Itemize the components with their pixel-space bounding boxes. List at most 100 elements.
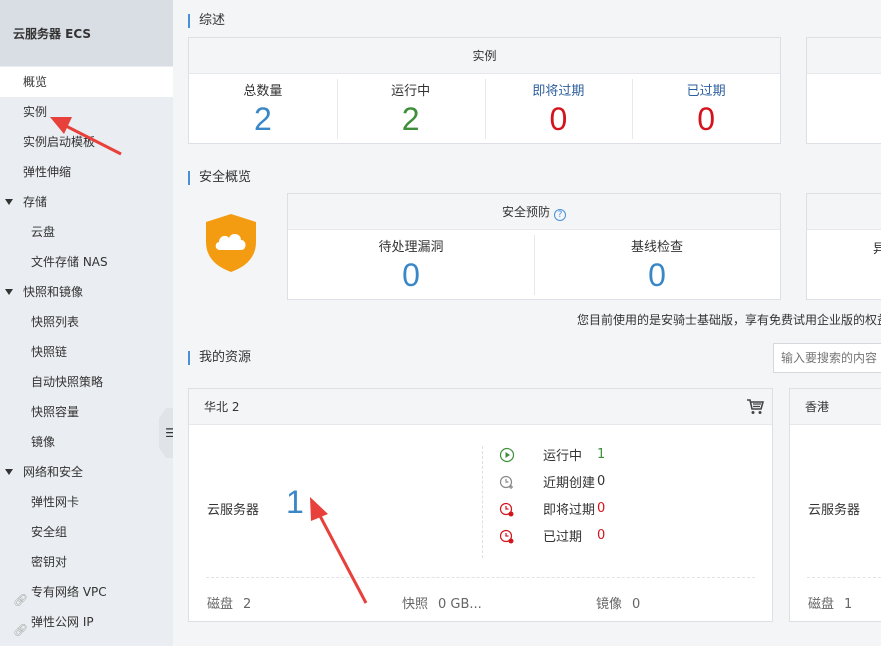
footer-value: 1 [844,597,853,612]
sidebar-title: 云服务器 ECS [0,0,173,66]
status-value: 1 [597,447,606,462]
sidebar-menu: 概览 实例 实例启动模板 弹性伸缩 存储 云盘 文件存储 NAS 快照和镜像 快… [0,66,173,637]
footer-label: 磁盘 [207,597,234,612]
sidebar-item-label: 自动快照策略 [31,375,104,389]
sidebar-item-snapshot-list[interactable]: 快照列表 [0,307,173,337]
status-recently-created[interactable]: 近期创建 0 [499,468,605,495]
sidebar-item-nas[interactable]: 文件存储 NAS [0,247,173,277]
sidebar-item-label: 弹性伸缩 [23,165,72,179]
sidebar: 云服务器 ECS 概览 实例 实例启动模板 弹性伸缩 存储 云盘 文件存储 NA… [0,0,173,646]
caret-down-icon [5,199,13,205]
link-icon: 🔗︎ [13,623,29,637]
stat-label: 运行中 [391,84,431,99]
clock-expired-icon [499,529,514,543]
stat-value[interactable]: 0 [288,257,534,293]
status-running[interactable]: 运行中 1 [499,441,605,468]
stat-running[interactable]: 运行中 2 [336,74,485,144]
security-side-panel-partial: 异 [806,193,881,300]
footer-label: 快照 [402,597,429,612]
help-icon[interactable]: ? [554,209,566,221]
footer-disks[interactable]: 磁盘 2 [207,593,251,612]
stat-value[interactable]: 2 [337,101,485,137]
stat-value[interactable]: 0 [534,257,780,293]
sidebar-group-label: 网络和安全 [23,465,84,479]
sidebar-item-snapshot-capacity[interactable]: 快照容量 [0,397,173,427]
status-list: 运行中 1 近期创建 0 即将过期 0 已过期 0 [499,441,605,549]
stat-label[interactable]: 即将过期 [485,80,633,99]
sidebar-item-label: 弹性公网 IP [31,615,94,629]
sidebar-group-network-security[interactable]: 网络和安全 [0,457,173,487]
sidebar-item-vpc[interactable]: 🔗︎ 专有网络 VPC [0,577,173,607]
footer-images[interactable]: 镜像 0 [596,593,640,612]
divider [807,577,881,578]
stat-baseline-check[interactable]: 基线检查 0 [534,230,780,300]
status-expired[interactable]: 已过期 0 [499,522,605,549]
stat-expiring[interactable]: 即将过期 0 [484,74,633,144]
cart-icon[interactable] [746,399,764,415]
sidebar-item-auto-scaling[interactable]: 弹性伸缩 [0,157,173,187]
sidebar-item-security-groups[interactable]: 安全组 [0,517,173,547]
region-name: 香港 [805,400,830,414]
security-note: 您目前使用的是安骑士基础版，享有免费试用企业版的权益 [577,313,881,327]
stat-expired[interactable]: 已过期 0 [632,74,780,144]
sidebar-item-label: 文件存储 NAS [31,255,108,269]
security-panel-header: 安全预防? [288,194,780,230]
stat-label: 待处理漏洞 [378,240,444,255]
sidebar-item-auto-snapshot-policy[interactable]: 自动快照策略 [0,367,173,397]
sidebar-item-eni[interactable]: 弹性网卡 [0,487,173,517]
security-side-label: 异 [873,242,881,257]
stat-pending-vulns[interactable]: 待处理漏洞 0 [288,230,534,300]
status-expiring[interactable]: 即将过期 0 [499,495,605,522]
ecs-count[interactable]: 1 [286,484,304,521]
sidebar-item-label: 密钥对 [31,555,68,569]
footer-disks[interactable]: 磁盘 1 [808,593,852,612]
status-value: 0 [597,474,606,489]
stat-value[interactable]: 2 [189,101,337,137]
stat-value[interactable]: 0 [485,101,633,137]
region-card-hongkong[interactable]: 香港 云服务器 磁盘 1 [789,388,881,622]
footer-snapshots[interactable]: 快照 0 GB... [402,593,482,612]
sidebar-group-storage[interactable]: 存储 [0,187,173,217]
sidebar-item-label: 快照容量 [31,405,80,419]
sidebar-item-label: 弹性网卡 [31,495,80,509]
sidebar-item-label: 云盘 [31,225,56,239]
stat-total[interactable]: 总数量 2 [189,74,337,144]
sidebar-group-label: 快照和镜像 [23,285,84,299]
region-card-huabei2[interactable]: 华北 2 云服务器 1 运行中 1 近期创建 0 即将过期 0 已过期 0 磁盘… [188,388,773,622]
status-label: 即将过期 [543,503,596,518]
region-card-header: 香港 [790,389,881,425]
section-title-overview: 综述 [188,14,225,28]
main-content: 综述 实例 总数量 2 运行中 2 即将过期 0 已过期 0 安全概览 安全预防… [173,0,881,646]
sidebar-item-disks[interactable]: 云盘 [0,217,173,247]
sidebar-item-eip[interactable]: 🔗︎ 弹性公网 IP [0,607,173,637]
sidebar-item-key-pairs[interactable]: 密钥对 [0,547,173,577]
status-label: 运行中 [543,449,583,464]
sidebar-item-label: 快照列表 [31,315,80,329]
section-title-security: 安全概览 [188,171,251,185]
sidebar-item-label: 概览 [23,75,48,89]
status-value: 0 [597,501,606,516]
sidebar-item-overview[interactable]: 概览 [0,67,173,97]
sidebar-group-snapshots-images[interactable]: 快照和镜像 [0,277,173,307]
footer-value: 2 [243,597,252,612]
security-panel-title: 安全预防 [501,205,550,219]
sidebar-item-label: 镜像 [31,435,56,449]
sidebar-item-snapshot-chain[interactable]: 快照链 [0,337,173,367]
side-panel-header [807,38,881,74]
instances-panel-header: 实例 [189,38,780,74]
sidebar-item-label: 专有网络 VPC [31,585,107,599]
status-value: 0 [597,528,606,543]
sidebar-group-label: 存储 [23,195,48,209]
shield-cloud-icon [206,214,256,272]
sidebar-item-instances[interactable]: 实例 [0,97,173,127]
stat-value[interactable]: 0 [632,101,780,137]
divider [206,577,755,578]
stat-label[interactable]: 已过期 [632,80,780,99]
divider [482,446,483,558]
resource-search-input[interactable] [773,343,881,373]
footer-label: 磁盘 [808,597,835,612]
sidebar-item-launch-templates[interactable]: 实例启动模板 [0,127,173,157]
sidebar-item-images[interactable]: 镜像 [0,427,173,457]
footer-label: 镜像 [596,597,623,612]
footer-value: 0 [632,597,641,612]
